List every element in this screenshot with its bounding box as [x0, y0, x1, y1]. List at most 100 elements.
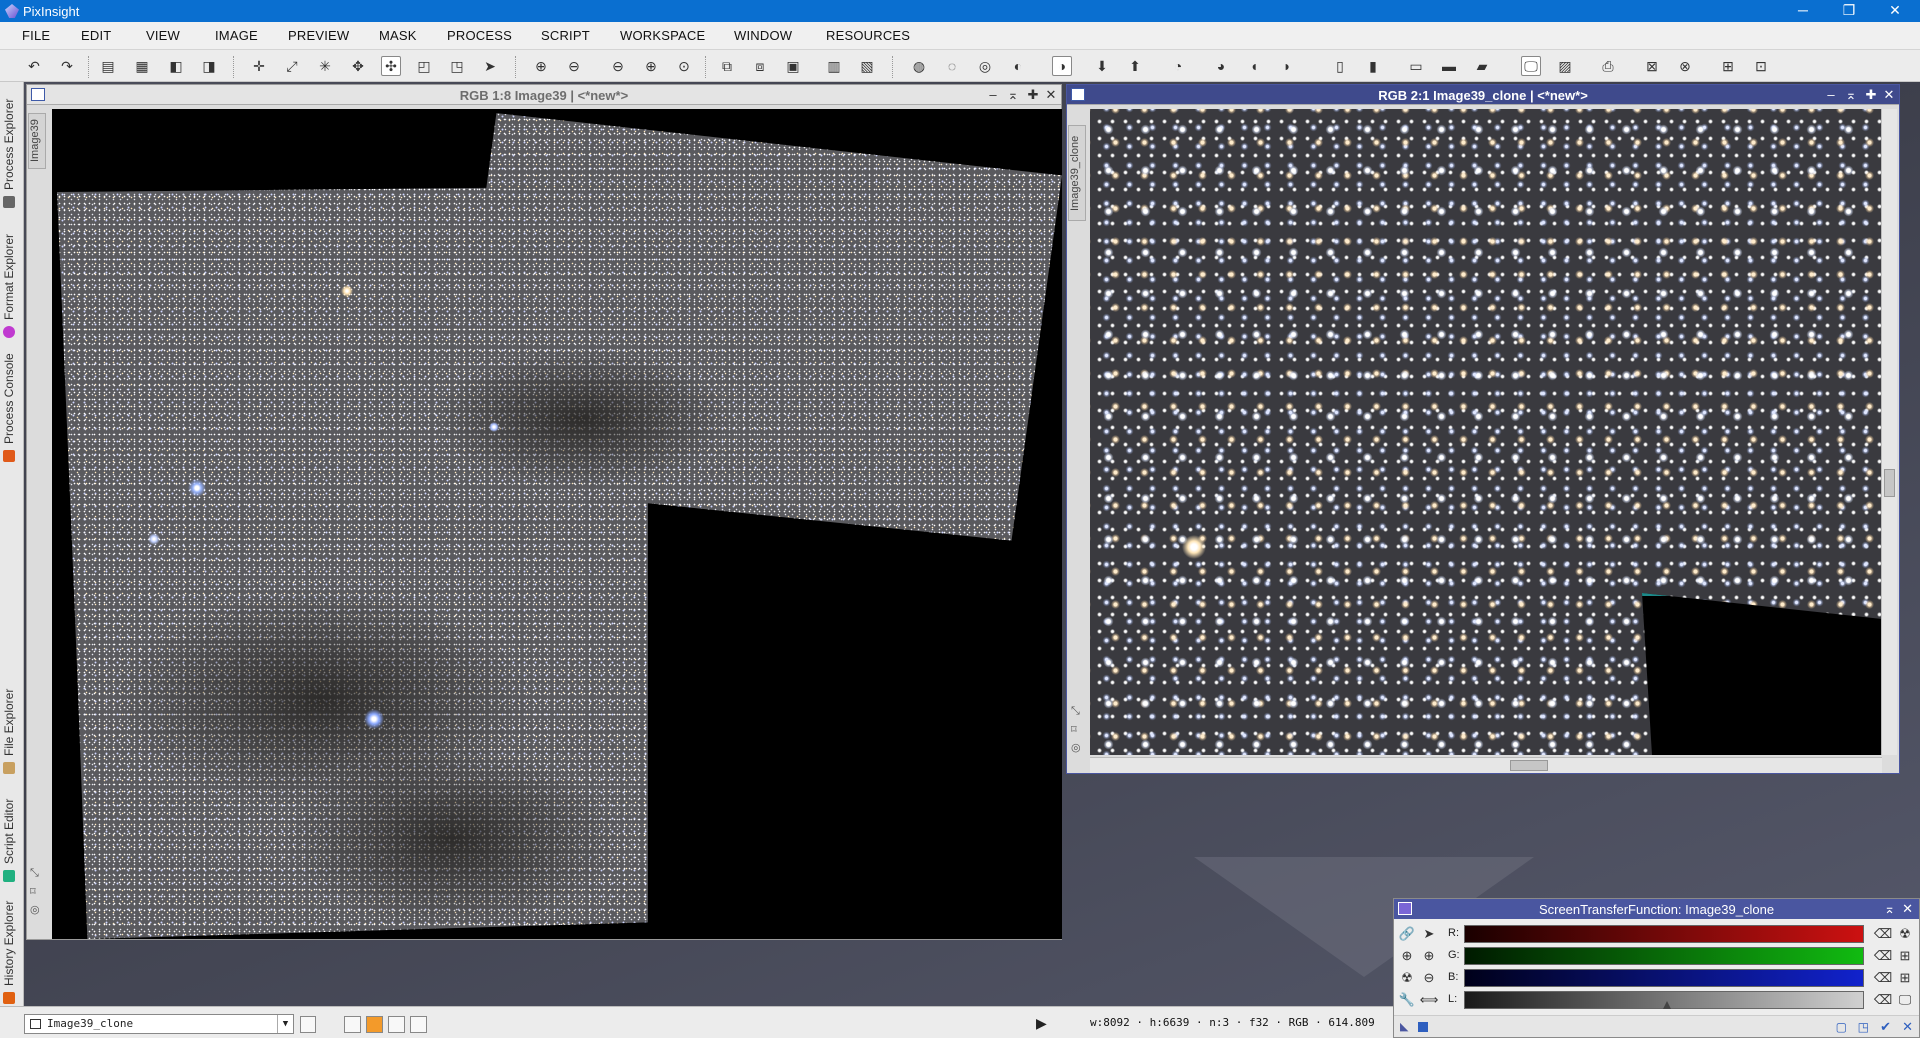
menu-mask[interactable]: MASK [379, 28, 417, 43]
vertical-scroll-thumb[interactable] [1884, 469, 1895, 497]
edit-mode-icon[interactable]: ➤ [1420, 925, 1438, 943]
horizontal-scroll-thumb[interactable] [1510, 760, 1548, 771]
menu-resources[interactable]: RESOURCES [826, 28, 910, 43]
view-instance-icon[interactable] [1418, 1022, 1428, 1032]
stf-luminance-slider[interactable] [1464, 991, 1864, 1009]
channels-icon[interactable]: ◨ [199, 56, 219, 76]
minimize-icon[interactable]: – [985, 87, 1001, 102]
close-button[interactable]: ✕ [1872, 0, 1918, 22]
select-icon[interactable]: ➤ [480, 56, 500, 76]
menu-file[interactable]: FILE [22, 28, 50, 43]
horizontal-scrollbar[interactable] [1090, 757, 1882, 773]
mask-color-white-icon[interactable] [344, 1016, 361, 1033]
image-window-header[interactable]: RGB 2:1 Image39_clone | <*new*> – ⌅ ✚ ✕ [1067, 85, 1899, 105]
menu-edit[interactable]: EDIT [81, 28, 111, 43]
close-all-icon[interactable]: ⊗ [1675, 56, 1695, 76]
image-canvas[interactable] [1090, 109, 1882, 755]
zoom-fit-icon[interactable]: ✳ [315, 56, 335, 76]
preferences-icon[interactable]: ◳ [1858, 1020, 1869, 1034]
workspace-settings-icon[interactable]: ⊡ [1751, 56, 1771, 76]
chevron-down-icon[interactable]: ▼ [277, 1015, 293, 1033]
zoom-optimal-icon[interactable]: ⊙ [674, 56, 694, 76]
view-control-icon[interactable]: ⤡ [30, 867, 39, 880]
process-edit-icon[interactable]: ◌ [942, 56, 962, 76]
new-image-icon[interactable]: ▤ [98, 56, 118, 76]
view-id-tab[interactable]: Image39 [28, 113, 46, 169]
workspace-new-icon[interactable]: ⊞ [1718, 56, 1738, 76]
menu-window[interactable]: WINDOW [734, 28, 792, 43]
maximize-view-icon[interactable]: ▣ [783, 56, 803, 76]
track-view-icon[interactable]: ⊞ [1896, 947, 1914, 965]
image-window-image39[interactable]: RGB 1:8 Image39 | <*new*> – ⌅ ✚ ✕ Image3… [26, 84, 1062, 940]
undo-icon[interactable]: ↶ [24, 56, 44, 76]
maximize-icon[interactable]: ✚ [1025, 87, 1041, 103]
cascade-icon[interactable]: ⧈ [750, 56, 770, 76]
image-window-header[interactable]: RGB 1:8 Image39 | <*new*> – ⌅ ✚ ✕ [27, 85, 1061, 105]
navigate-icon[interactable]: ✣ [381, 56, 401, 76]
export-icon[interactable]: ⬇ [1092, 56, 1112, 76]
stf-shade-icon[interactable]: ⌅ [1884, 901, 1895, 917]
crop-icon[interactable]: ◰ [414, 56, 434, 76]
restore-button[interactable]: ❐ [1826, 0, 1872, 22]
pan-range-icon[interactable]: ⟺ [1420, 991, 1439, 1009]
mask-remove-icon[interactable]: ◗ [1277, 56, 1297, 76]
menu-preview[interactable]: PREVIEW [288, 28, 349, 43]
shade-icon[interactable]: ⌅ [1005, 87, 1021, 103]
view-control-icon[interactable]: ◎ [30, 903, 40, 916]
maximize-icon[interactable]: ✚ [1863, 87, 1879, 103]
mask-color-none-icon[interactable] [410, 1016, 427, 1033]
stf-link-icon[interactable]: ▰ [1472, 56, 1492, 76]
display-icon[interactable]: 🖵 [1896, 991, 1914, 1009]
file-explorer-tab[interactable]: File Explorer [2, 670, 16, 774]
readout-icon[interactable]: ✛ [249, 56, 269, 76]
script-editor-tab[interactable]: Script Editor [2, 780, 16, 882]
color-space-icon[interactable]: ◧ [166, 56, 186, 76]
options-icon[interactable]: ⊞ [1896, 969, 1914, 987]
zoom-1-1-icon[interactable]: ⊖ [608, 56, 628, 76]
minimize-button[interactable]: ─ [1780, 0, 1826, 22]
view-control-icon[interactable]: ⌑ [1071, 723, 1077, 736]
stf-reset-icon[interactable]: ▬ [1439, 56, 1459, 76]
close-window-icon[interactable]: ✕ [1043, 87, 1059, 103]
new-instance-icon[interactable]: ◣ [1400, 1020, 1408, 1033]
format-explorer-tab[interactable]: Format Explorer [2, 220, 16, 338]
explorer-icon[interactable]: ▯ [1330, 56, 1350, 76]
history-explorer-tab[interactable]: History Explorer [2, 888, 16, 1004]
zoom-in-icon[interactable]: ⊕ [1398, 947, 1416, 965]
menu-workspace[interactable]: WORKSPACE [620, 28, 705, 43]
menu-script[interactable]: SCRIPT [541, 28, 590, 43]
vertical-scrollbar[interactable] [1881, 109, 1897, 755]
fit-view-icon[interactable]: ⤢ [282, 56, 302, 76]
explorer-close-icon[interactable]: ▮ [1363, 56, 1383, 76]
stf-auto-icon[interactable]: ▭ [1406, 56, 1426, 76]
history-icon[interactable]: ◔ [1168, 56, 1188, 76]
cancel-icon[interactable]: ✕ [1902, 1019, 1913, 1035]
process-run-icon[interactable]: ◎ [975, 56, 995, 76]
stf-red-slider[interactable] [1464, 925, 1864, 943]
redo-icon[interactable]: ↷ [57, 56, 77, 76]
screenshot-icon[interactable]: ⎙ [1598, 56, 1618, 76]
view-explorer-icon[interactable] [300, 1016, 316, 1033]
image-stats-icon[interactable]: ▨ [1555, 56, 1575, 76]
import-icon[interactable]: ⬆ [1125, 56, 1145, 76]
preview-icon[interactable]: ◳ [447, 56, 467, 76]
reset-channel-icon[interactable]: ⌫ [1874, 947, 1892, 965]
tile-icon[interactable]: ⧉ [717, 56, 737, 76]
process-console-tab[interactable]: Process Console [2, 344, 16, 462]
close-window-icon[interactable]: ✕ [1881, 87, 1897, 103]
image-canvas[interactable] [52, 109, 1062, 939]
mask-color-gray-icon[interactable] [388, 1016, 405, 1033]
edit-icon[interactable]: 🔧 [1398, 991, 1416, 1009]
apply-icon[interactable]: ✔ [1880, 1019, 1891, 1035]
view-control-icon[interactable]: ⌑ [30, 885, 36, 898]
zoom-in-icon[interactable]: ⊕ [531, 56, 551, 76]
reset-channel-icon[interactable]: ⌫ [1874, 925, 1892, 943]
play-icon[interactable]: ▶ [1036, 1015, 1047, 1032]
zoom-1-1-icon[interactable]: ⊕ [1420, 947, 1438, 965]
monitor-icon[interactable]: 🖵 [1521, 56, 1541, 76]
close-image-icon[interactable]: ⊠ [1642, 56, 1662, 76]
reset-channel-icon[interactable]: ⌫ [1874, 969, 1892, 987]
view-selector[interactable]: Image39_clone ▼ [24, 1014, 294, 1034]
pan-icon[interactable]: ✥ [348, 56, 368, 76]
image-window-image39-clone[interactable]: RGB 2:1 Image39_clone | <*new*> – ⌅ ✚ ✕ … [1066, 84, 1900, 774]
